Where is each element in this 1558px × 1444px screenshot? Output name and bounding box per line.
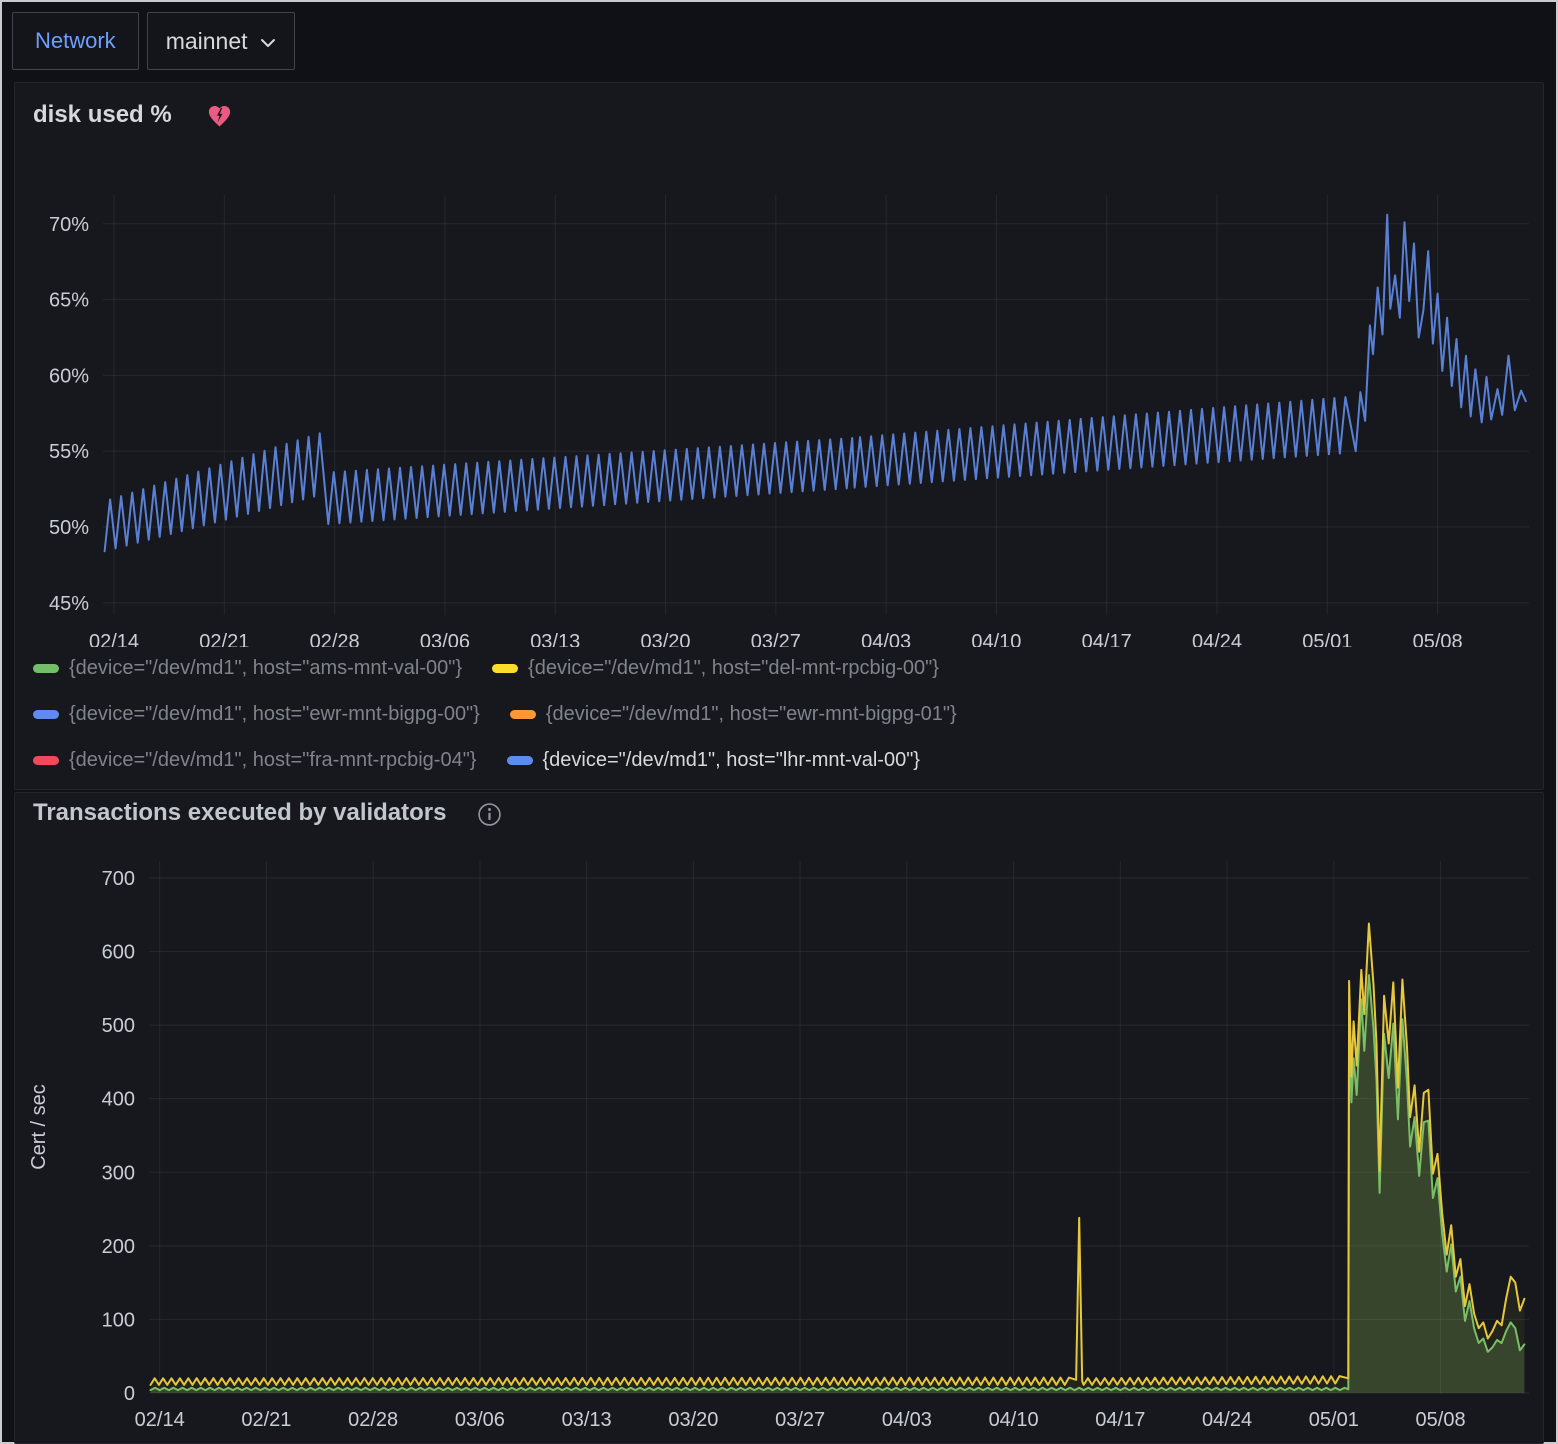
series-color-swatch-icon bbox=[33, 710, 59, 719]
svg-text:65%: 65% bbox=[49, 290, 89, 312]
legend-item[interactable]: {device="/dev/md1", host="ams-mnt-val-00… bbox=[33, 657, 462, 679]
svg-text:04/10: 04/10 bbox=[971, 631, 1021, 647]
series-color-swatch-icon bbox=[507, 756, 533, 765]
svg-text:03/27: 03/27 bbox=[751, 631, 801, 647]
series-color-swatch-icon bbox=[492, 664, 518, 673]
svg-text:02/21: 02/21 bbox=[241, 1409, 291, 1431]
disk-used-chart[interactable]: 45% 50% 55% 60% 65% 70% 02/14 02/21 02/28 03/06 03… bbox=[15, 83, 1543, 647]
network-variable-dropdown[interactable]: mainnet bbox=[147, 12, 295, 70]
svg-text:700: 700 bbox=[102, 868, 135, 890]
svg-text:03/20: 03/20 bbox=[668, 1409, 718, 1431]
panel-disk-header[interactable]: disk used % bbox=[33, 101, 233, 129]
svg-text:05/08: 05/08 bbox=[1413, 631, 1463, 647]
svg-text:03/27: 03/27 bbox=[775, 1409, 825, 1431]
svg-text:04/03: 04/03 bbox=[882, 1409, 932, 1431]
svg-text:04/03: 04/03 bbox=[861, 631, 911, 647]
svg-text:04/17: 04/17 bbox=[1095, 1409, 1145, 1431]
panel-disk-used: disk used % 45% 50% 55% 60% 65% 70% 02/14 02/21… bbox=[14, 82, 1544, 790]
alert-broken-heart-icon[interactable] bbox=[206, 103, 233, 128]
panel-transactions: Transactions executed by validators 0 100… bbox=[14, 792, 1544, 1444]
svg-text:50%: 50% bbox=[49, 517, 89, 539]
legend-item[interactable]: {device="/dev/md1", host="ewr-mnt-bigpg-… bbox=[33, 703, 480, 725]
legend-item-label: {device="/dev/md1", host="ams-mnt-val-00… bbox=[69, 657, 462, 679]
svg-text:04/10: 04/10 bbox=[989, 1409, 1039, 1431]
legend-item-label: {device="/dev/md1", host="fra-mnt-rpcbig… bbox=[69, 749, 477, 771]
legend-item-label: {device="/dev/md1", host="ewr-mnt-bigpg-… bbox=[546, 703, 957, 725]
panel-title-disk-used: disk used % bbox=[33, 101, 172, 129]
svg-text:60%: 60% bbox=[49, 365, 89, 387]
grafana-dashboard: { "toolbar": { "network_label": "Network… bbox=[0, 0, 1558, 1444]
transactions-chart[interactable]: 0 100 200 300 400 500 600 700 02/14 02/21 02/28 03/… bbox=[15, 793, 1543, 1443]
svg-text:05/08: 05/08 bbox=[1416, 1409, 1466, 1431]
legend-item[interactable]: {device="/dev/md1", host="fra-mnt-rpcbig… bbox=[33, 749, 477, 771]
svg-text:04/24: 04/24 bbox=[1192, 631, 1242, 647]
svg-text:03/13: 03/13 bbox=[530, 631, 580, 647]
svg-text:500: 500 bbox=[102, 1015, 135, 1037]
svg-text:03/13: 03/13 bbox=[562, 1409, 612, 1431]
svg-text:04/17: 04/17 bbox=[1082, 631, 1132, 647]
chevron-down-icon bbox=[260, 38, 276, 48]
series-color-swatch-icon bbox=[510, 710, 536, 719]
svg-text:02/21: 02/21 bbox=[199, 631, 249, 647]
disk-chart-legend: {device="/dev/md1", host="ams-mnt-val-00… bbox=[33, 657, 1303, 771]
svg-text:04/24: 04/24 bbox=[1202, 1409, 1252, 1431]
svg-text:600: 600 bbox=[102, 942, 135, 964]
legend-item-label: {device="/dev/md1", host="del-mnt-rpcbig… bbox=[528, 657, 939, 679]
panel-tx-header[interactable]: Transactions executed by validators bbox=[33, 799, 502, 827]
legend-item-label: {device="/dev/md1", host="ewr-mnt-bigpg-… bbox=[69, 703, 480, 725]
svg-text:0: 0 bbox=[124, 1383, 135, 1405]
variable-label-network: Network bbox=[12, 12, 139, 70]
svg-text:05/01: 05/01 bbox=[1302, 631, 1352, 647]
svg-text:400: 400 bbox=[102, 1089, 135, 1111]
panel-title-transactions: Transactions executed by validators bbox=[33, 799, 447, 827]
series-color-swatch-icon bbox=[33, 756, 59, 765]
svg-text:02/14: 02/14 bbox=[89, 631, 139, 647]
variable-label-text: Network bbox=[35, 28, 116, 54]
info-icon[interactable] bbox=[477, 802, 502, 827]
svg-text:300: 300 bbox=[102, 1162, 135, 1184]
dashboard-toolbar: Network mainnet bbox=[2, 2, 1556, 80]
legend-item[interactable]: {device="/dev/md1", host="ewr-mnt-bigpg-… bbox=[510, 703, 957, 725]
svg-text:Cert / sec: Cert / sec bbox=[28, 1084, 50, 1170]
svg-text:05/01: 05/01 bbox=[1309, 1409, 1359, 1431]
svg-text:02/28: 02/28 bbox=[348, 1409, 398, 1431]
legend-item-label: {device="/dev/md1", host="lhr-mnt-val-00… bbox=[543, 749, 920, 771]
svg-text:70%: 70% bbox=[49, 214, 89, 236]
svg-text:03/20: 03/20 bbox=[640, 631, 690, 647]
svg-text:03/06: 03/06 bbox=[455, 1409, 505, 1431]
svg-text:100: 100 bbox=[102, 1309, 135, 1331]
svg-text:200: 200 bbox=[102, 1236, 135, 1258]
svg-text:02/14: 02/14 bbox=[135, 1409, 185, 1431]
svg-text:45%: 45% bbox=[49, 593, 89, 615]
svg-text:03/06: 03/06 bbox=[420, 631, 470, 647]
legend-item[interactable]: {device="/dev/md1", host="del-mnt-rpcbig… bbox=[492, 657, 939, 679]
legend-item[interactable]: {device="/dev/md1", host="lhr-mnt-val-00… bbox=[507, 749, 920, 771]
network-variable-value: mainnet bbox=[166, 28, 248, 55]
svg-text:55%: 55% bbox=[49, 441, 89, 463]
svg-text:02/28: 02/28 bbox=[310, 631, 360, 647]
series-color-swatch-icon bbox=[33, 664, 59, 673]
